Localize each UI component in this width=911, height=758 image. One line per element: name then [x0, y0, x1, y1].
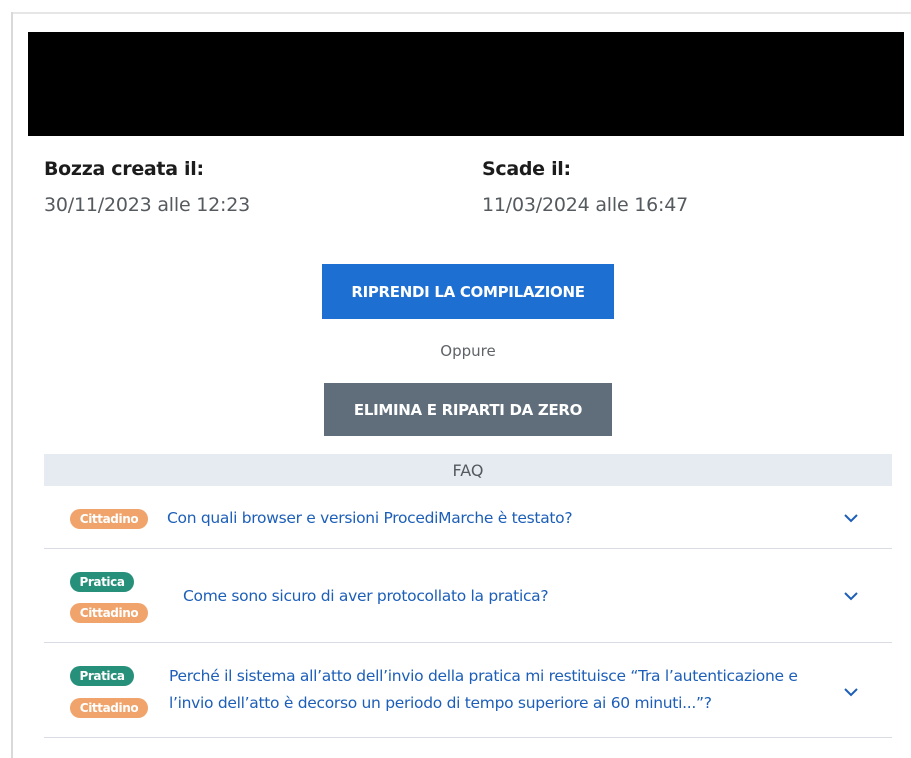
faq-header: FAQ [44, 454, 892, 486]
badge-pratica: Pratica [70, 666, 134, 686]
faq-question-line: Perché il sistema all’atto dell’invio de… [169, 667, 798, 685]
draft-expires-value: 11/03/2024 alle 16:47 [482, 194, 689, 216]
draft-expires-info: Scade il: 11/03/2024 alle 16:47 [482, 158, 688, 216]
resume-compilation-button[interactable]: RIPRENDI LA COMPILAZIONE [322, 264, 614, 319]
or-separator-text: Oppure [440, 342, 496, 360]
delete-and-restart-button[interactable]: ELIMINA E RIPARTI DA ZERO [324, 383, 612, 436]
redacted-header [28, 32, 904, 136]
draft-created-value: 30/11/2023 alle 12:23 [44, 194, 251, 216]
frame-border-top [11, 12, 911, 14]
faq-item[interactable]: Cittadino Con quali browser e versioni P… [44, 487, 892, 549]
chevron-down-icon[interactable] [844, 511, 858, 525]
badge-cittadino: Cittadino [70, 603, 148, 623]
faq-question-line: l’invio dell’atto è decorso un periodo d… [169, 694, 712, 712]
faq-question[interactable]: Perché il sistema all’atto dell’invio de… [169, 663, 839, 717]
badge-cittadino: Cittadino [70, 509, 148, 529]
badge-pratica: Pratica [70, 572, 134, 592]
draft-created-label: Bozza creata il: [44, 158, 204, 180]
faq-question[interactable]: Come sono sicuro di aver protocollato la… [183, 583, 549, 610]
draft-created-info: Bozza creata il: 30/11/2023 alle 12:23 [44, 158, 250, 216]
chevron-down-icon[interactable] [844, 685, 858, 699]
frame-border-left [11, 12, 13, 758]
faq-item[interactable]: Pratica Cittadino Perché il sistema all’… [44, 643, 892, 738]
badge-cittadino: Cittadino [70, 698, 148, 718]
chevron-down-icon[interactable] [844, 589, 858, 603]
faq-item[interactable]: Pratica Cittadino Come sono sicuro di av… [44, 549, 892, 643]
draft-expires-label: Scade il: [482, 158, 571, 180]
faq-question[interactable]: Con quali browser e versioni ProcediMarc… [167, 505, 573, 532]
